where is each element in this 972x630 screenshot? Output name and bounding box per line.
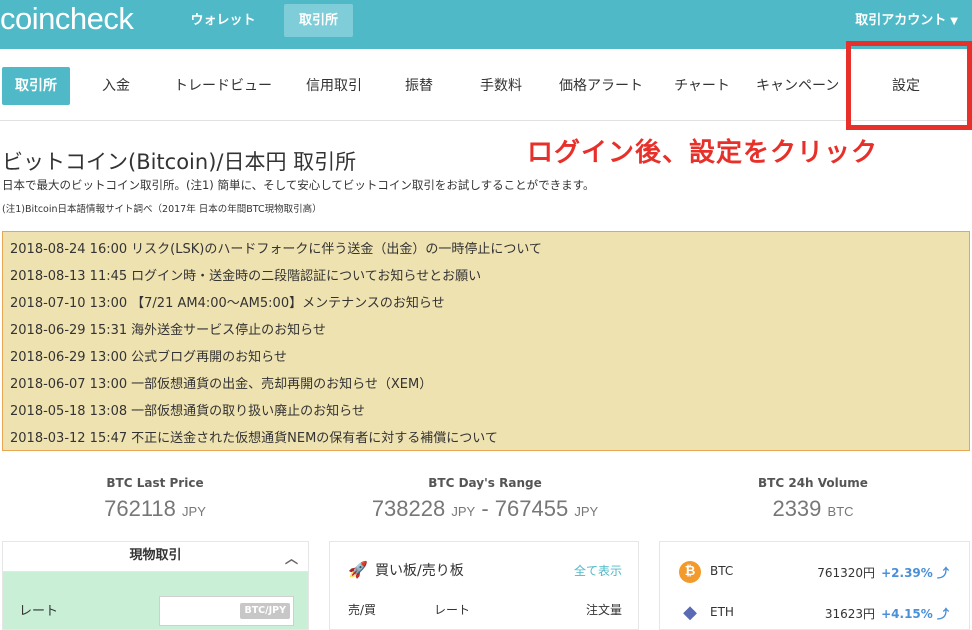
last-price-value: 762118 [104,496,176,521]
news-text: 公式ブログ再開のお知らせ [131,350,287,365]
news-date: 2018-06-29 15:31 [10,323,128,338]
stat-value: 738228 JPY - 767455 JPY [340,496,630,522]
trend-up-icon: ⤴ [936,607,949,621]
coin-price: 761320円 [817,566,875,580]
news-item[interactable]: 2018-06-29 13:00 公式ブログ再開のお知らせ [3,344,969,371]
coin-price: 31623円 [824,607,875,621]
stat-label: BTC Last Price [106,476,204,490]
top-bar: coincheck ウォレット 取引所 取引アカウント ▼ [0,0,972,49]
range-low-unit: JPY [451,504,476,519]
col-rate: レート [434,603,471,617]
news-date: 2018-03-12 15:47 [10,431,128,446]
stat-last-price: BTC Last Price 762118 JPY [55,476,255,522]
subnav-chart[interactable]: チャート [664,67,740,105]
stat-value: 2339 BTC [713,496,913,522]
stat-value: 762118 JPY [55,496,255,522]
change-value: +4.15% [881,607,933,621]
range-high-unit: JPY [574,504,599,519]
news-item[interactable]: 2018-08-13 11:45 ログイン時・送金時の二段階認証についてお知らせと… [3,263,969,290]
coin-change: +2.39% ⤴ [881,564,949,581]
spot-trade-title: 現物取引 [129,548,182,563]
news-text: 一部仮想通貨の取り扱い廃止のお知らせ [131,404,365,419]
change-value: +2.39% [881,566,933,580]
news-item[interactable]: 2018-07-10 13:00 【7/21 AM4:00〜AM5:00】メンテナ… [3,290,969,317]
col-side: 売/買 [348,603,377,617]
sub-nav: 取引所 入金 トレードビュー 信用取引 振替 手数料 価格アラート チャート キ… [0,49,972,121]
spot-trade-panel: 現物取引 ︿ レート BTC/JPY [2,541,309,630]
orderbook-title: 買い板/売り板 [375,563,464,579]
stat-label: BTC 24h Volume [758,476,868,490]
news-text: ログイン時・送金時の二段階認証についてお知らせとお願い [131,269,482,284]
news-date: 2018-08-24 16:00 [10,242,128,257]
page-note: (注1)Bitcoin日本語情報サイト調べ（2017年 日本の年間BTC現物取引… [2,204,322,215]
nav-wallet[interactable]: ウォレット [178,4,268,37]
spot-trade-body: レート BTC/JPY [3,572,308,629]
volume-value: 2339 [772,496,822,521]
coin-symbol: ETH [710,605,734,619]
subnav-transfer[interactable]: 振替 [390,67,448,105]
subnav-exchange[interactable]: 取引所 [2,67,70,105]
rocket-icon: 🚀 [348,560,368,579]
news-text: 海外送金サービス停止のお知らせ [131,323,326,338]
spot-trade-header[interactable]: 現物取引 ︿ [3,542,308,572]
coin-change: +4.15% ⤴ [881,605,949,622]
pair-badge: BTC/JPY [240,603,290,619]
coin-symbol: BTC [710,564,734,578]
news-text: リスク(LSK)のハードフォークに伴う送金（出金）の一時停止について [131,242,542,257]
news-date: 2018-07-10 13:00 [10,296,128,311]
news-date: 2018-06-07 13:00 [10,377,128,392]
news-text: 【7/21 AM4:00〜AM5:00】メンテナンスのお知らせ [131,296,445,311]
news-date: 2018-06-29 13:00 [10,350,128,365]
rate-label: レート [19,604,59,619]
caret-down-icon: ▼ [950,16,958,27]
news-item[interactable]: 2018-08-24 16:00 リスク(LSK)のハードフォークに伴う送金（出金… [3,236,969,263]
stat-volume: BTC 24h Volume 2339 BTC [713,476,913,522]
news-text: 一部仮想通貨の出金、売却再開のお知らせ（XEM） [131,377,433,392]
subnav-tradeview[interactable]: トレードビュー [160,67,286,105]
instruction-annotation: ログイン後、設定をクリック [527,138,879,168]
last-price-unit: JPY [182,504,206,519]
subnav-margin[interactable]: 信用取引 [296,67,372,105]
page-subtitle: 日本で最大のビットコイン取引所。(注1) 簡単に、そして安心してビットコイン取引… [2,178,595,192]
show-all-link[interactable]: 全て表示 [574,562,622,579]
bitcoin-icon: ₿ [679,561,701,583]
chevron-up-icon[interactable]: ︿ [285,546,298,574]
news-date: 2018-08-13 11:45 [10,269,128,284]
orderbook-panel: 🚀 買い板/売り板 全て表示 売/買 レート 注文量 [329,541,639,630]
nav-exchange[interactable]: 取引所 [284,4,353,37]
range-high: 767455 [494,496,569,521]
news-item[interactable]: 2018-06-07 13:00 一部仮想通貨の出金、売却再開のお知らせ（XEM） [3,371,969,398]
news-item[interactable]: 2018-03-12 15:47 不正に送金された仮想通貨NEMの保有者に対する補… [3,425,969,452]
markets-panel: ₿ BTC 761320円 +2.39% ⤴ ◆ ETH 31623円 +4.1… [659,541,970,630]
stat-label: BTC Day's Range [428,476,542,490]
coincheck-logo[interactable]: coincheck [0,0,134,40]
subnav-deposit[interactable]: 入金 [86,67,146,105]
subnav-price-alert[interactable]: 価格アラート [548,67,654,105]
settings-highlight-box [846,41,972,130]
page-title: ビットコイン(Bitcoin)/日本円 取引所 [2,150,357,174]
ethereum-icon: ◆ [683,602,697,623]
market-row[interactable]: ₿ BTC 761320円 +2.39% ⤴ [660,558,969,586]
trend-up-icon: ⤴ [936,566,949,580]
range-separator: - [481,496,489,521]
news-list: 2018-08-24 16:00 リスク(LSK)のハードフォークに伴う送金（出金… [2,231,970,451]
subnav-campaign[interactable]: キャンペーン [756,67,848,105]
col-amount: 注文量 [585,603,622,617]
volume-unit: BTC [827,504,854,519]
range-low: 738228 [371,496,446,521]
subnav-fees[interactable]: 手数料 [466,67,536,105]
account-menu[interactable]: 取引アカウント ▼ [855,4,958,37]
news-item[interactable]: 2018-05-18 13:08 一部仮想通貨の取り扱い廃止のお知らせ [3,398,969,425]
news-text: 不正に送金された仮想通貨NEMの保有者に対する補償について [131,431,498,446]
stat-day-range: BTC Day's Range 738228 JPY - 767455 JPY [340,476,630,522]
rate-input[interactable]: BTC/JPY [159,596,294,626]
news-item[interactable]: 2018-06-29 15:31 海外送金サービス停止のお知らせ [3,317,969,344]
news-date: 2018-05-18 13:08 [10,404,128,419]
market-row[interactable]: ◆ ETH 31623円 +4.15% ⤴ [660,599,969,627]
account-label: 取引アカウント [855,13,947,28]
